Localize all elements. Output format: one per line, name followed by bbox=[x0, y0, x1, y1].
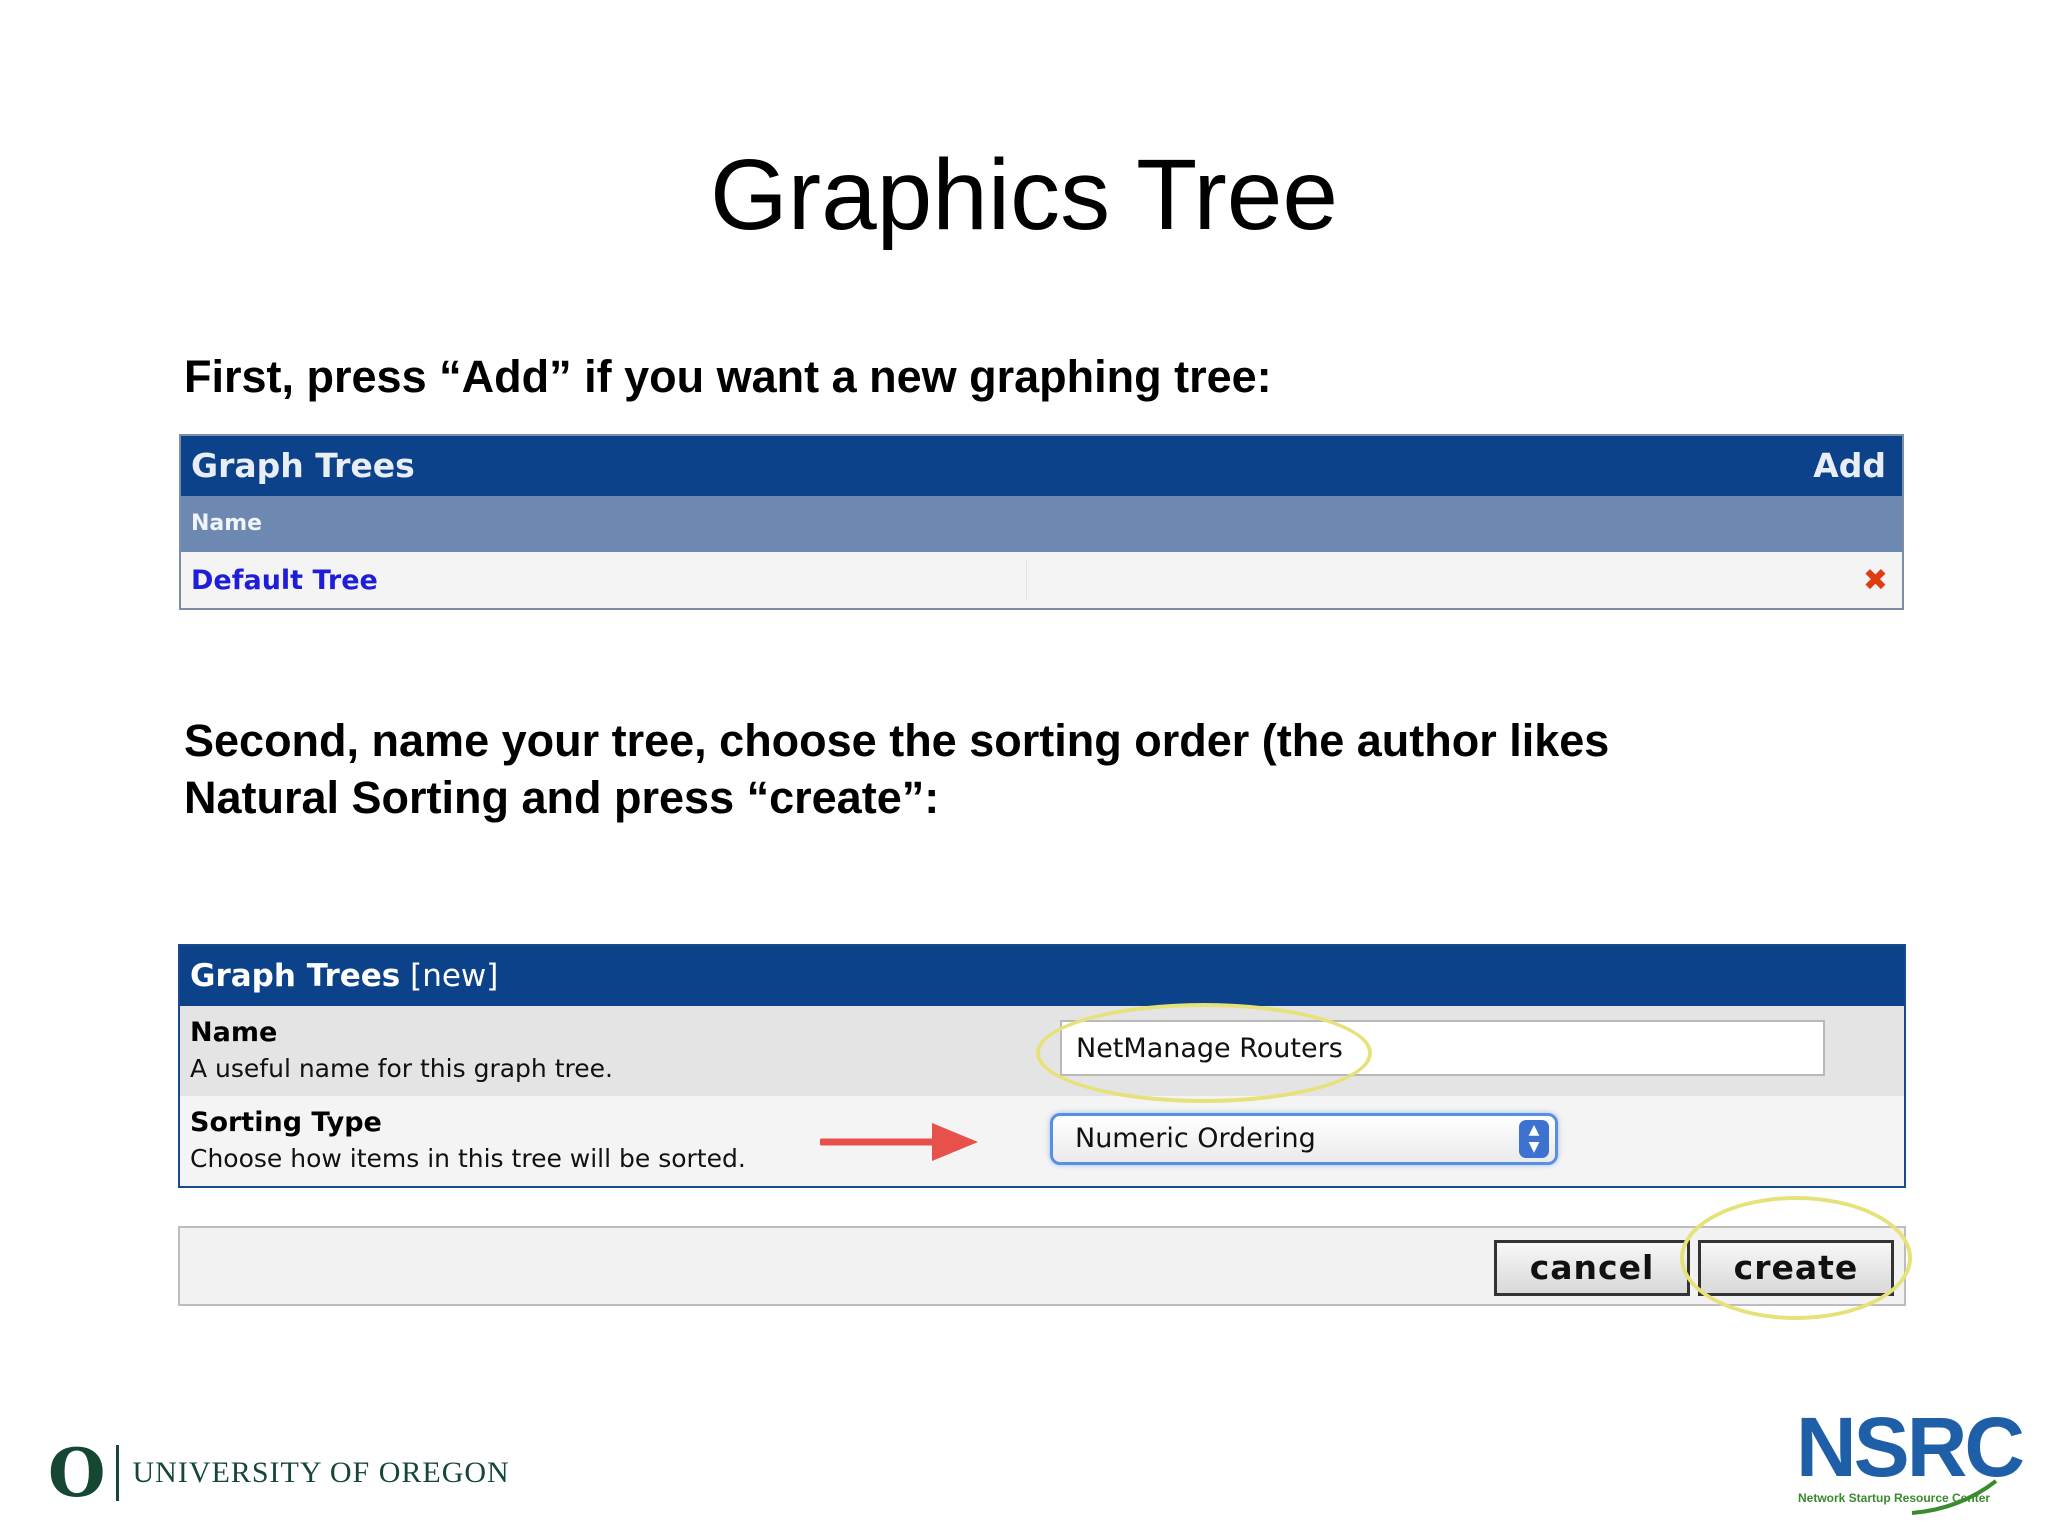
graph-trees-panel: Graph Trees Add Name Default Tree ✖ bbox=[179, 434, 1904, 610]
red-arrow-icon bbox=[820, 1123, 978, 1161]
slide-title: Graphics Tree bbox=[709, 139, 1339, 251]
uo-mark: O bbox=[48, 1434, 106, 1512]
cancel-button[interactable]: cancel bbox=[1494, 1240, 1690, 1296]
sorting-type-value: Numeric Ordering bbox=[1075, 1123, 1316, 1154]
add-tree-link[interactable]: Add bbox=[1813, 436, 1886, 496]
instruction-add: First, press “Add” if you want a new gra… bbox=[184, 351, 1272, 402]
nsrc-subtitle: Network Startup Resource Center bbox=[1798, 1491, 1991, 1505]
uo-text: UNIVERSITY OF OREGON bbox=[132, 1456, 510, 1489]
sorting-description: Choose how items in this tree will be so… bbox=[190, 1144, 746, 1173]
graph-trees-title: Graph Trees bbox=[191, 446, 415, 485]
name-description: A useful name for this graph tree. bbox=[190, 1054, 613, 1083]
new-tree-title: Graph Trees bbox=[190, 958, 401, 994]
university-of-oregon-logo: O UNIVERSITY OF OREGON bbox=[48, 1440, 510, 1506]
column-header-name: Name bbox=[181, 496, 1902, 552]
updown-arrows-icon: ▲ ▼ bbox=[1519, 1120, 1549, 1158]
close-x-icon[interactable]: ✖ bbox=[1863, 563, 1888, 598]
new-graph-tree-form: Graph Trees [new] Name A useful name for… bbox=[178, 944, 1906, 1188]
graph-trees-header: Graph Trees Add bbox=[181, 436, 1902, 496]
tree-link-default[interactable]: Default Tree bbox=[191, 565, 378, 596]
new-tree-header: Graph Trees [new] bbox=[180, 946, 1904, 1006]
name-label: Name bbox=[190, 1017, 278, 1048]
sorting-label: Sorting Type bbox=[190, 1107, 382, 1138]
create-button[interactable]: create bbox=[1698, 1240, 1894, 1296]
instruction-create: Second, name your tree, choose the sorti… bbox=[184, 712, 1609, 826]
slide: Graphics Tree First, press “Add” if you … bbox=[0, 0, 2048, 1535]
sorting-row: Sorting Type Choose how items in this tr… bbox=[180, 1096, 1904, 1186]
nsrc-logo: NSRC Network Startup Resource Center bbox=[1790, 1405, 2025, 1515]
column-divider bbox=[1026, 560, 1027, 600]
new-tree-suffix: [new] bbox=[410, 958, 499, 994]
tree-name-input[interactable] bbox=[1060, 1020, 1825, 1076]
uo-divider bbox=[115, 1445, 119, 1501]
sorting-type-select[interactable]: Numeric Ordering ▲ ▼ bbox=[1050, 1113, 1558, 1165]
table-row: Default Tree ✖ bbox=[181, 552, 1902, 608]
form-actions-bar: cancel create bbox=[178, 1226, 1906, 1306]
name-row: Name A useful name for this graph tree. bbox=[180, 1006, 1904, 1096]
nsrc-text: NSRC bbox=[1796, 1400, 2025, 1494]
instruction-create-line1: Second, name your tree, choose the sorti… bbox=[184, 715, 1610, 766]
instruction-create-line2: Natural Sorting and press “create”: bbox=[184, 772, 940, 823]
